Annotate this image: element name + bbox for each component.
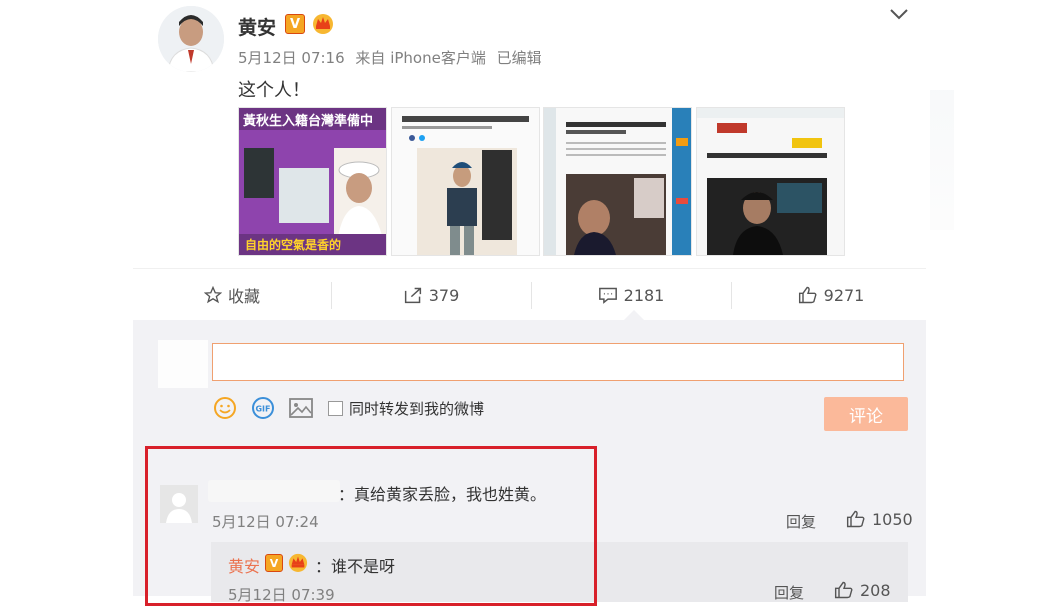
post-time[interactable]: 5月12日 07:16 bbox=[238, 49, 345, 67]
post-image-2[interactable] bbox=[391, 107, 540, 256]
post-image-3[interactable] bbox=[543, 107, 692, 256]
image-upload-icon[interactable] bbox=[288, 395, 314, 421]
comment-reply-button[interactable]: 回复 bbox=[786, 511, 816, 532]
like-button[interactable]: 9271 bbox=[732, 269, 930, 321]
thumbs-up-icon bbox=[834, 581, 853, 599]
repost-checkbox[interactable] bbox=[328, 401, 343, 416]
thumbs-up-icon bbox=[798, 286, 817, 304]
comment-like-button[interactable]: 1050 bbox=[846, 509, 913, 529]
emoji-icon[interactable] bbox=[212, 395, 238, 421]
post-edited[interactable]: 已编辑 bbox=[497, 49, 542, 67]
comment-like-count: 1050 bbox=[872, 509, 913, 529]
background-fade bbox=[930, 90, 954, 230]
author-name[interactable]: 黄安 bbox=[238, 13, 276, 40]
post-text: 这个人！ bbox=[238, 80, 310, 101]
star-icon bbox=[203, 286, 222, 304]
image-caption-top: 黃秋生入籍台灣準備中 bbox=[243, 114, 374, 129]
post-action-bar: 收藏 379 2181 9271 bbox=[133, 268, 926, 321]
repost-button[interactable]: 379 bbox=[332, 269, 530, 321]
submit-comment-button[interactable]: 评论 bbox=[824, 397, 908, 431]
favorite-button[interactable]: 收藏 bbox=[133, 269, 331, 321]
like-count: 9271 bbox=[823, 285, 865, 305]
post-meta: 5月12日 07:16 来自 iPhone客户端 已编辑 bbox=[238, 47, 548, 68]
reply-like-count: 208 bbox=[860, 580, 891, 600]
comment-input[interactable] bbox=[212, 343, 904, 381]
post-image-4[interactable] bbox=[696, 107, 845, 256]
reply-reply-button[interactable]: 回复 bbox=[774, 582, 804, 603]
current-user-avatar bbox=[158, 340, 208, 388]
repost-checkbox-label: 同时转发到我的微博 bbox=[349, 400, 485, 418]
comment-icon bbox=[598, 287, 617, 304]
repost-count: 379 bbox=[428, 285, 460, 305]
comment-count: 2181 bbox=[623, 285, 665, 305]
repost-option[interactable]: 同时转发到我的微博 bbox=[328, 398, 484, 419]
post-source: 来自 iPhone客户端 bbox=[355, 49, 486, 67]
verified-badge: V bbox=[285, 14, 305, 34]
favorite-label: 收藏 bbox=[227, 287, 260, 306]
gif-icon[interactable]: GIF bbox=[250, 395, 276, 421]
image-caption-bottom: 自由的空氣是香的 bbox=[245, 238, 342, 252]
vip-crown-icon bbox=[311, 12, 335, 34]
share-icon bbox=[404, 287, 421, 304]
svg-text:GIF: GIF bbox=[255, 405, 270, 414]
thumbs-up-icon bbox=[846, 510, 865, 528]
reply-like-button[interactable]: 208 bbox=[834, 580, 891, 600]
chevron-down-icon[interactable] bbox=[888, 6, 910, 22]
highlight-box bbox=[145, 446, 597, 606]
comment-caret bbox=[624, 310, 644, 320]
post-image-1[interactable]: 黃秋生入籍台灣準備中 自由的空氣是香的 bbox=[238, 107, 387, 256]
author-avatar[interactable] bbox=[158, 6, 224, 72]
